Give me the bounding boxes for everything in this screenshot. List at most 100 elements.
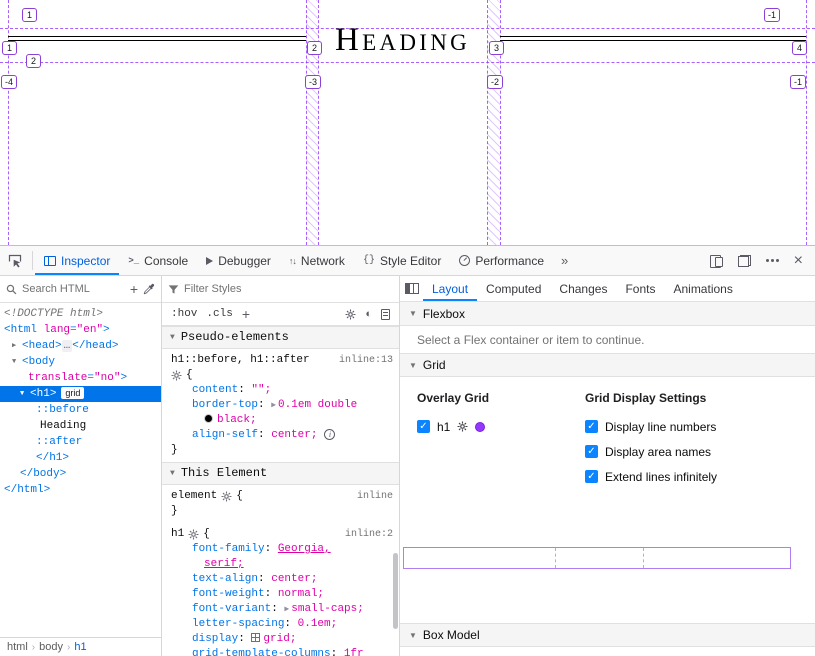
css-property-name[interactable]: align-self [192, 429, 258, 441]
rule-source-link[interactable]: inline:2 [341, 527, 393, 542]
three-pane-toggle-icon[interactable] [405, 283, 419, 294]
css-property-name[interactable]: border-top [192, 399, 258, 411]
markup-node[interactable]: <!DOCTYPE html> [0, 306, 161, 322]
css-declaration[interactable]: letter-spacing: 0.1em; [171, 617, 393, 632]
pick-element-button[interactable] [0, 246, 30, 275]
tab-performance[interactable]: Performance [450, 246, 553, 275]
markup-node[interactable]: </h1> [0, 450, 161, 466]
markup-node[interactable]: Heading [0, 418, 161, 434]
tab-network[interactable]: ↑↓ Network [280, 246, 354, 275]
selector-highlighter-icon[interactable] [171, 370, 182, 381]
tab-animations[interactable]: Animations [664, 276, 741, 301]
markup-node[interactable]: ::before [0, 402, 161, 418]
flexbox-section-header[interactable]: ▼ Flexbox [400, 302, 815, 326]
tab-debugger[interactable]: Debugger [197, 246, 280, 275]
more-options-icon[interactable] [766, 259, 769, 262]
css-property-value[interactable]: small-caps; [291, 603, 364, 615]
filter-styles-input[interactable] [184, 283, 393, 295]
css-declaration[interactable]: grid-template-columns: 1fr [171, 647, 393, 656]
css-property-value[interactable]: black; [217, 414, 257, 426]
responsive-design-mode-icon[interactable] [710, 255, 723, 267]
css-property-value[interactable]: center; [271, 429, 317, 441]
grid-badge-toggle[interactable]: grid [61, 387, 84, 399]
frame-selector-icon[interactable] [738, 255, 751, 267]
css-property-name[interactable]: grid-template-columns [192, 648, 331, 656]
grid-outline-preview[interactable] [403, 547, 791, 569]
extend-lines-checkbox[interactable]: ✓ [585, 470, 598, 483]
box-model-section-header[interactable]: ▼ Box Model [400, 623, 815, 647]
css-declaration[interactable]: text-align: center; [171, 572, 393, 587]
breadcrumb-item-body[interactable]: body [39, 641, 63, 653]
css-property-value[interactable]: center; [271, 573, 317, 585]
css-declaration[interactable]: font-weight: normal; [171, 587, 393, 602]
markup-node[interactable]: ▼<h1>grid [0, 386, 161, 402]
css-property-value[interactable]: ""; [251, 384, 271, 396]
grid-highlighter-gear-icon[interactable] [457, 421, 468, 432]
add-rule-button[interactable]: + [242, 306, 250, 322]
css-declaration[interactable]: align-self: center;i [171, 428, 393, 443]
color-scheme-light-icon[interactable] [345, 309, 356, 320]
css-property-name[interactable]: font-weight [192, 588, 265, 600]
css-property-name[interactable]: content [192, 384, 238, 396]
markup-node[interactable]: translate="no"> [0, 370, 161, 386]
tab-computed[interactable]: Computed [477, 276, 550, 301]
twisty-icon[interactable]: ▶ [12, 338, 22, 354]
color-scheme-dark-icon[interactable]: ◐ [365, 309, 372, 320]
markup-node[interactable]: </html> [0, 482, 161, 498]
more-tabs-chevron[interactable]: » [553, 246, 576, 275]
search-html-input[interactable] [22, 283, 125, 295]
pseudo-class-toggle[interactable]: :hov [171, 308, 197, 320]
css-property-value[interactable]: Georgia, [278, 543, 331, 555]
markup-node[interactable]: <html lang="en"> [0, 322, 161, 338]
css-property-name[interactable]: text-align [192, 573, 258, 585]
grid-color-swatch[interactable] [475, 422, 485, 432]
markup-node[interactable]: </body> [0, 466, 161, 482]
rule-selector[interactable]: h1 [171, 527, 184, 542]
tab-layout[interactable]: Layout [423, 276, 477, 301]
twisty-icon[interactable]: ▼ [20, 386, 30, 402]
rules-section-header[interactable]: ▼Pseudo-elements [162, 326, 399, 349]
css-declaration[interactable]: border-top: ▶0.1em doubleblack; [171, 398, 393, 428]
css-property-value[interactable]: 0.1em double [278, 399, 357, 411]
rule-source-link[interactable]: inline [353, 489, 393, 504]
tab-inspector[interactable]: Inspector [35, 246, 119, 275]
expand-shorthand-icon[interactable]: ▶ [284, 605, 289, 614]
css-property-value[interactable]: normal; [278, 588, 324, 600]
markup-node[interactable]: ▶<head>…</head> [0, 338, 161, 354]
rules-section-header[interactable]: ▼This Element [162, 462, 399, 485]
grid-preview-cell[interactable] [555, 548, 644, 568]
tab-console[interactable]: >_ Console [119, 246, 197, 275]
css-property-name[interactable]: font-variant [192, 603, 271, 615]
rule-selector[interactable]: element [171, 489, 217, 504]
selector-highlighter-icon[interactable] [188, 529, 199, 540]
css-property-value[interactable]: 0.1em; [298, 618, 338, 630]
breadcrumb-item-html[interactable]: html [7, 641, 28, 653]
css-property-name[interactable]: letter-spacing [192, 618, 284, 630]
css-declaration[interactable]: content: ""; [171, 383, 393, 398]
class-toggle[interactable]: .cls [206, 308, 232, 320]
css-property-name[interactable]: font-family [192, 543, 265, 555]
tab-style-editor[interactable]: {} Style Editor [354, 246, 450, 275]
color-swatch[interactable] [204, 414, 213, 423]
display-line-numbers-checkbox[interactable]: ✓ [585, 420, 598, 433]
markup-node[interactable]: ▼<body [0, 354, 161, 370]
css-declaration[interactable]: display: grid; [171, 632, 393, 647]
grid-section-header[interactable]: ▼ Grid [400, 353, 815, 377]
rule-source-link[interactable]: inline:13 [335, 353, 393, 368]
tab-fonts[interactable]: Fonts [616, 276, 664, 301]
rule-selector[interactable]: h1::before, h1::after [171, 353, 310, 368]
selector-highlighter-icon[interactable] [221, 491, 232, 502]
css-declaration[interactable]: font-family: Georgia,serif; [171, 542, 393, 572]
css-property-value[interactable]: 1fr [344, 648, 364, 656]
css-property-value[interactable]: grid; [263, 633, 296, 645]
markup-node[interactable]: ::after [0, 434, 161, 450]
twisty-icon[interactable]: ▼ [12, 354, 22, 370]
tab-changes[interactable]: Changes [550, 276, 616, 301]
scrollbar-thumb[interactable] [393, 553, 398, 629]
close-devtools-icon[interactable]: × [794, 253, 803, 269]
eyedropper-icon[interactable] [143, 283, 155, 295]
overlay-grid-checkbox[interactable]: ✓ [417, 420, 430, 433]
breadcrumb-item-h1[interactable]: h1 [74, 641, 86, 653]
css-declaration[interactable]: font-variant: ▶small-caps; [171, 602, 393, 617]
print-media-icon[interactable] [381, 309, 390, 320]
